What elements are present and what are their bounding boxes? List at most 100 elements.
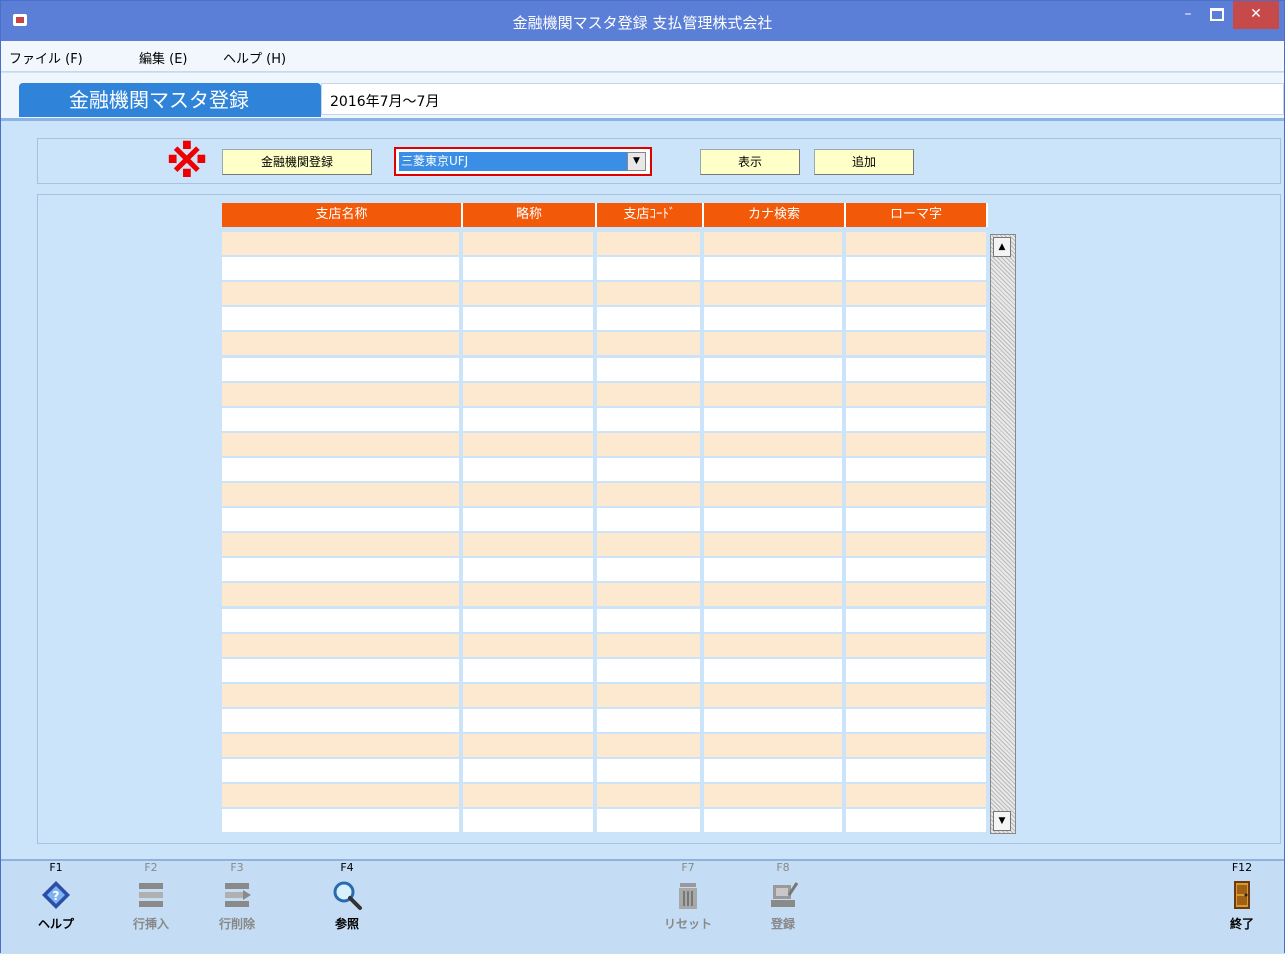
table-cell[interactable] xyxy=(704,433,846,456)
table-cell[interactable] xyxy=(597,709,704,732)
table-cell[interactable] xyxy=(597,458,704,481)
table-cell[interactable] xyxy=(704,558,846,581)
table-cell[interactable] xyxy=(222,784,463,807)
table-cell[interactable] xyxy=(704,659,846,682)
table-cell[interactable] xyxy=(222,684,463,707)
table-cell[interactable] xyxy=(704,282,846,305)
table-cell[interactable] xyxy=(222,307,463,330)
table-cell[interactable] xyxy=(463,483,597,506)
table-cell[interactable] xyxy=(222,433,463,456)
table-cell[interactable] xyxy=(597,383,704,406)
table-cell[interactable] xyxy=(222,809,463,832)
table-cell[interactable] xyxy=(704,634,846,657)
table-cell[interactable] xyxy=(846,684,990,707)
add-button[interactable]: 追加 xyxy=(814,149,914,175)
f2-insert-row-button[interactable]: F2 行挿入 xyxy=(121,861,181,932)
table-cell[interactable] xyxy=(846,282,990,305)
table-cell[interactable] xyxy=(704,508,846,531)
table-cell[interactable] xyxy=(463,408,597,431)
table-cell[interactable] xyxy=(463,583,597,606)
table-cell[interactable] xyxy=(597,257,704,280)
f8-register-button[interactable]: F8 登録 xyxy=(753,861,813,932)
table-cell[interactable] xyxy=(597,483,704,506)
table-cell[interactable] xyxy=(222,257,463,280)
table-cell[interactable] xyxy=(597,759,704,782)
table-cell[interactable] xyxy=(597,307,704,330)
table-cell[interactable] xyxy=(222,483,463,506)
f7-reset-button[interactable]: F7 リセット xyxy=(658,861,718,932)
table-cell[interactable] xyxy=(597,433,704,456)
table-cell[interactable] xyxy=(846,358,990,381)
f1-help-button[interactable]: F1 ? ヘルプ xyxy=(26,861,86,932)
table-cell[interactable] xyxy=(597,684,704,707)
table-cell[interactable] xyxy=(463,433,597,456)
table-cell[interactable] xyxy=(463,533,597,556)
table-cell[interactable] xyxy=(597,332,704,355)
column-header-kana-search[interactable]: カナ検索 xyxy=(704,203,846,227)
table-cell[interactable] xyxy=(846,634,990,657)
menu-help[interactable]: ヘルプ (H) xyxy=(223,48,286,67)
table-cell[interactable] xyxy=(846,759,990,782)
table-cell[interactable] xyxy=(846,784,990,807)
table-cell[interactable] xyxy=(597,784,704,807)
table-cell[interactable] xyxy=(597,634,704,657)
table-cell[interactable] xyxy=(846,809,990,832)
table-cell[interactable] xyxy=(222,734,463,757)
table-cell[interactable] xyxy=(704,583,846,606)
table-cell[interactable] xyxy=(597,508,704,531)
table-cell[interactable] xyxy=(597,809,704,832)
column-header-branch-code[interactable]: 支店ｺｰﾄﾞ xyxy=(597,203,704,227)
table-cell[interactable] xyxy=(463,257,597,280)
table-cell[interactable] xyxy=(222,659,463,682)
table-cell[interactable] xyxy=(846,332,990,355)
table-cell[interactable] xyxy=(597,558,704,581)
table-cell[interactable] xyxy=(704,734,846,757)
table-cell[interactable] xyxy=(597,232,704,255)
close-button[interactable]: ✕ xyxy=(1233,1,1279,29)
table-cell[interactable] xyxy=(463,709,597,732)
table-cell[interactable] xyxy=(222,458,463,481)
show-button[interactable]: 表示 xyxy=(700,149,800,175)
table-cell[interactable] xyxy=(704,483,846,506)
table-cell[interactable] xyxy=(846,232,990,255)
table-cell[interactable] xyxy=(597,358,704,381)
table-cell[interactable] xyxy=(463,458,597,481)
table-cell[interactable] xyxy=(846,458,990,481)
table-cell[interactable] xyxy=(704,609,846,632)
maximize-button[interactable] xyxy=(1204,1,1230,29)
table-cell[interactable] xyxy=(704,232,846,255)
table-cell[interactable] xyxy=(597,282,704,305)
table-cell[interactable] xyxy=(704,408,846,431)
table-cell[interactable] xyxy=(463,508,597,531)
table-cell[interactable] xyxy=(846,257,990,280)
table-cell[interactable] xyxy=(463,784,597,807)
table-cell[interactable] xyxy=(704,809,846,832)
table-cell[interactable] xyxy=(463,634,597,657)
table-cell[interactable] xyxy=(704,458,846,481)
table-cell[interactable] xyxy=(846,383,990,406)
f4-reference-button[interactable]: F4 参照 xyxy=(317,861,377,932)
scroll-down-icon[interactable]: ▼ xyxy=(993,811,1011,831)
table-cell[interactable] xyxy=(846,483,990,506)
table-cell[interactable] xyxy=(846,433,990,456)
table-cell[interactable] xyxy=(222,408,463,431)
table-cell[interactable] xyxy=(222,232,463,255)
table-cell[interactable] xyxy=(704,307,846,330)
table-cell[interactable] xyxy=(222,533,463,556)
table-cell[interactable] xyxy=(463,759,597,782)
scroll-up-icon[interactable]: ▲ xyxy=(993,237,1011,257)
table-cell[interactable] xyxy=(846,734,990,757)
table-cell[interactable] xyxy=(463,558,597,581)
table-cell[interactable] xyxy=(704,533,846,556)
table-cell[interactable] xyxy=(597,533,704,556)
table-cell[interactable] xyxy=(463,232,597,255)
table-cell[interactable] xyxy=(222,332,463,355)
table-cell[interactable] xyxy=(463,383,597,406)
column-header-romaji[interactable]: ローマ字 xyxy=(846,203,988,227)
table-cell[interactable] xyxy=(704,709,846,732)
chevron-down-icon[interactable]: ▼ xyxy=(627,152,646,171)
table-cell[interactable] xyxy=(222,383,463,406)
table-cell[interactable] xyxy=(463,659,597,682)
menu-edit[interactable]: 編集 (E) xyxy=(139,48,188,67)
table-cell[interactable] xyxy=(846,307,990,330)
